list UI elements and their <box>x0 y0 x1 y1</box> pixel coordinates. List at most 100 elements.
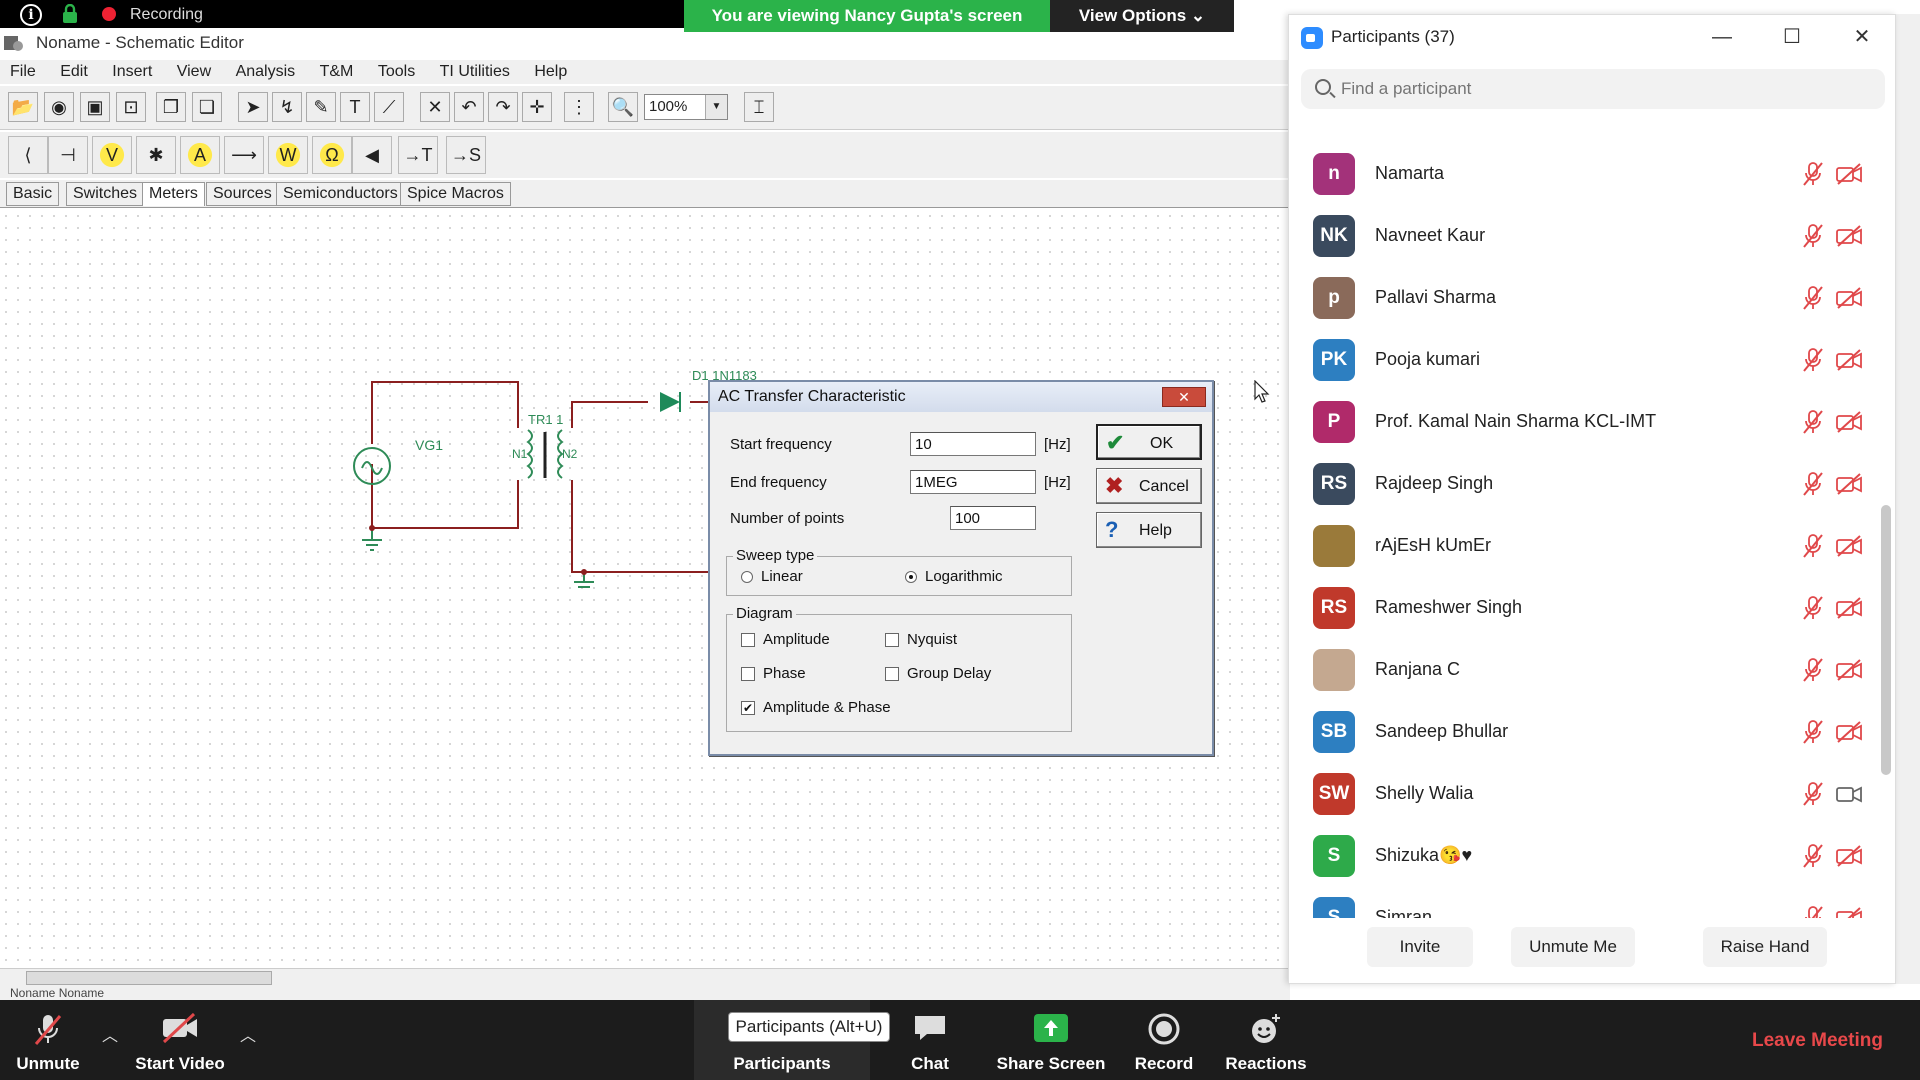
video-off-icon[interactable] <box>1835 225 1863 247</box>
number-of-points-input[interactable] <box>950 506 1036 530</box>
crosshair-icon[interactable]: ✛ <box>522 92 552 122</box>
muted-mic-icon[interactable] <box>1801 223 1825 249</box>
muted-mic-icon[interactable] <box>1801 781 1825 807</box>
menu-analysis[interactable]: Analysis <box>236 60 296 84</box>
open-icon[interactable]: ⊡ <box>116 92 146 122</box>
group-delay-checkbox[interactable] <box>885 667 899 681</box>
maximize-icon[interactable]: ☐ <box>1777 23 1807 51</box>
participant-row[interactable]: RS Rajdeep Singh <box>1289 453 1879 515</box>
chat-button[interactable]: Chat <box>890 1000 970 1080</box>
wattmeter-icon[interactable]: W <box>268 136 308 174</box>
diagonal-tool-icon[interactable]: ⟋ <box>374 92 404 122</box>
participant-row[interactable]: p Pallavi Sharma <box>1289 267 1879 329</box>
open-folder-icon[interactable]: 📂 <box>8 92 38 122</box>
speaker-icon[interactable]: ◀ <box>352 136 392 174</box>
video-off-icon[interactable] <box>1835 535 1863 557</box>
help-button[interactable]: ? Help <box>1096 512 1202 548</box>
video-off-icon[interactable] <box>1835 163 1863 185</box>
share-screen-button[interactable]: Share Screen <box>988 1000 1114 1080</box>
chevron-down-icon[interactable]: ▼ <box>705 95 727 119</box>
chevron-up-icon[interactable]: ︿ <box>240 1022 256 1046</box>
reactions-button[interactable]: Reactions <box>1218 1000 1314 1080</box>
menu-ti-utilities[interactable]: TI Utilities <box>440 60 510 84</box>
leave-meeting-button[interactable]: Leave Meeting <box>1752 1030 1883 1052</box>
video-icon[interactable] <box>1835 783 1863 805</box>
participant-row[interactable]: Ranjana C <box>1289 639 1879 701</box>
muted-mic-icon[interactable] <box>1801 905 1825 918</box>
menu-file[interactable]: File <box>10 60 36 84</box>
raise-hand-button[interactable]: Raise Hand <box>1703 927 1827 967</box>
globe-icon[interactable]: ◉ <box>44 92 74 122</box>
info-icon[interactable]: i <box>20 4 42 26</box>
muted-mic-icon[interactable] <box>1801 595 1825 621</box>
menu-help[interactable]: Help <box>534 60 567 84</box>
start-frequency-input[interactable] <box>910 432 1036 456</box>
close-icon[interactable]: ✕ <box>1847 23 1877 51</box>
video-off-icon[interactable] <box>1835 287 1863 309</box>
muted-mic-icon[interactable] <box>1801 719 1825 745</box>
video-off-icon[interactable] <box>1835 411 1863 433</box>
participant-row[interactable]: NK Navneet Kaur <box>1289 205 1879 267</box>
unmute-me-button[interactable]: Unmute Me <box>1511 927 1635 967</box>
participant-row[interactable]: SB Sandeep Bhullar <box>1289 701 1879 763</box>
record-button[interactable]: Record <box>1124 1000 1204 1080</box>
transistor-terminal-icon[interactable]: →T <box>398 136 438 174</box>
chevron-left-icon[interactable]: ⟨ <box>8 136 48 174</box>
tab-basic[interactable]: Basic <box>6 182 60 206</box>
muted-mic-icon[interactable] <box>1801 657 1825 683</box>
pointer-icon[interactable]: ➤ <box>238 92 268 122</box>
muted-mic-icon[interactable] <box>1801 471 1825 497</box>
save-icon[interactable]: ▣ <box>80 92 110 122</box>
linear-radio[interactable] <box>741 571 753 583</box>
menu-tools[interactable]: Tools <box>378 60 415 84</box>
participant-row[interactable]: rAjEsH kUmEr <box>1289 515 1879 577</box>
video-off-icon[interactable] <box>1835 659 1863 681</box>
participant-row[interactable]: S Shizuka😘♥ <box>1289 825 1879 887</box>
pen-icon[interactable]: ✎ <box>306 92 336 122</box>
video-off-icon[interactable] <box>1835 349 1863 371</box>
invite-button[interactable]: Invite <box>1367 927 1473 967</box>
tab-spice-macros[interactable]: Spice Macros <box>400 182 511 206</box>
zoom-icon[interactable]: 🔍 <box>608 92 638 122</box>
menu-insert[interactable]: Insert <box>112 60 152 84</box>
phase-checkbox[interactable] <box>741 667 755 681</box>
start-video-button[interactable]: Start Video <box>128 1000 232 1080</box>
participant-search[interactable] <box>1301 69 1885 109</box>
muted-mic-icon[interactable] <box>1801 347 1825 373</box>
menu-view[interactable]: View <box>177 60 211 84</box>
voltmeter-icon[interactable]: V <box>92 136 132 174</box>
unmute-button[interactable]: Unmute <box>0 1000 96 1080</box>
ammeter-icon[interactable]: A <box>180 136 220 174</box>
ok-button[interactable]: ✔ OK <box>1096 424 1202 460</box>
copy-icon[interactable]: ❐ <box>156 92 186 122</box>
tab-sources[interactable]: Sources <box>206 182 279 206</box>
horizontal-scrollbar[interactable] <box>0 968 1290 986</box>
participant-row[interactable]: SW Shelly Walia <box>1289 763 1879 825</box>
minimize-icon[interactable]: — <box>1707 23 1737 51</box>
tab-meters[interactable]: Meters <box>142 182 205 206</box>
participant-row[interactable]: PK Pooja kumari <box>1289 329 1879 391</box>
delete-icon[interactable]: ✕ <box>420 92 450 122</box>
video-off-icon[interactable] <box>1835 721 1863 743</box>
muted-mic-icon[interactable] <box>1801 161 1825 187</box>
muted-mic-icon[interactable] <box>1801 285 1825 311</box>
redo-icon[interactable]: ↷ <box>488 92 518 122</box>
search-input[interactable] <box>1341 75 1861 103</box>
signal-terminal-icon[interactable]: →S <box>446 136 486 174</box>
undo-icon[interactable]: ↶ <box>454 92 484 122</box>
tab-semiconductors[interactable]: Semiconductors <box>276 182 405 206</box>
video-off-icon[interactable] <box>1835 907 1863 918</box>
probe-icon[interactable]: ✱ <box>136 136 176 174</box>
zoom-select[interactable]: 100% ▼ <box>644 94 728 120</box>
chevron-up-icon[interactable]: ︿ <box>102 1022 118 1046</box>
video-off-icon[interactable] <box>1835 597 1863 619</box>
end-frequency-input[interactable] <box>910 470 1036 494</box>
amplitude-checkbox[interactable] <box>741 633 755 647</box>
cancel-button[interactable]: ✖ Cancel <box>1096 468 1202 504</box>
view-options-button[interactable]: View Options ⌄ <box>1050 0 1234 32</box>
participant-row[interactable]: n Namarta <box>1289 143 1879 205</box>
scrollbar-thumb[interactable] <box>26 971 272 985</box>
text-icon[interactable]: T <box>340 92 370 122</box>
nyquist-checkbox[interactable] <box>885 633 899 647</box>
participant-row[interactable]: P Prof. Kamal Nain Sharma KCL-IMT <box>1289 391 1879 453</box>
